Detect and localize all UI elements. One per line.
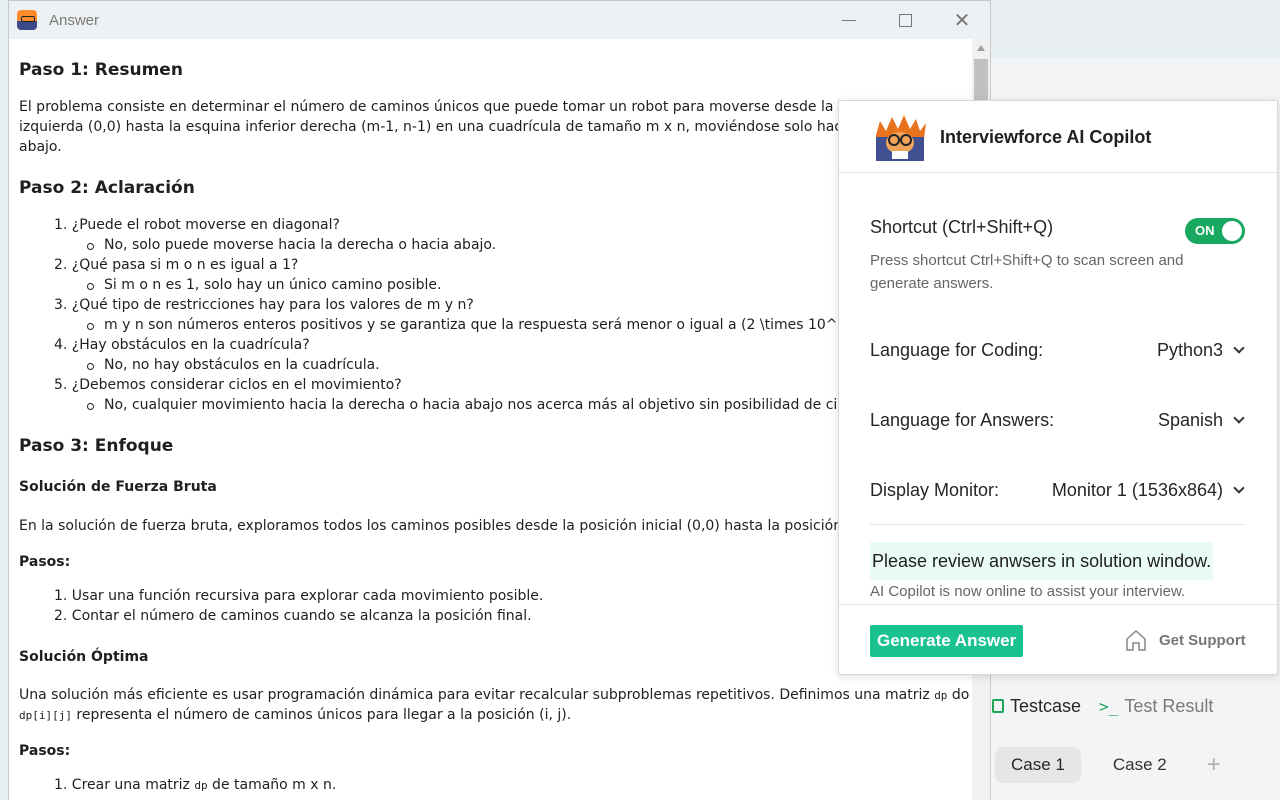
optimal-text-line-2: dp[i][j] representa el número de caminos… [19,707,572,723]
tab-test-result-label: Test Result [1124,695,1214,716]
brute-force-heading: Solución de Fuerza Bruta [19,479,217,495]
optimal-steps-label: Pasos: [19,743,71,759]
coding-language-label: Language for Coding: [870,340,1044,360]
window-title: Answer [49,11,100,29]
coding-language-select[interactable]: Python3 [1156,340,1245,361]
clarification-question: 2. ¿Qué pasa si m o n es igual a 1? [54,257,299,273]
shortcut-label: Shortcut (Ctrl+Shift+Q) [870,217,1054,237]
chevron-down-icon [1233,412,1245,424]
copilot-footer: Generate Answer Get Support [839,604,1277,676]
brute-step: 1. Usar una función recursiva para explo… [54,588,544,604]
case-selector: Case 1 Case 2 + [995,745,1280,785]
case-2-button[interactable]: Case 2 [1097,747,1183,783]
review-notice: Please review anwsers in solution window… [870,542,1214,580]
minimize-button[interactable] [821,1,877,39]
generate-answer-button[interactable]: Generate Answer [870,625,1024,657]
clarification-answer: Si m o n es 1, solo hay un único camino … [86,277,442,293]
shortcut-toggle[interactable]: ON [1185,218,1245,244]
coding-language-value: Python3 [1156,340,1223,360]
copilot-title: Interviewforce AI Copilot [940,127,1152,147]
answer-content: Paso 1: Resumen El problema consiste en … [19,39,969,800]
get-support-label: Get Support [1159,631,1246,649]
testcase-tabs: Testcase >_ Test Result [990,685,1280,727]
case-1-button[interactable]: Case 1 [995,747,1081,783]
maximize-button[interactable] [877,1,933,39]
answers-language-select[interactable]: Spanish [1157,410,1245,431]
copilot-header: Interviewforce AI Copilot [839,101,1277,173]
clarification-question: 4. ¿Hay obstáculos en la cuadrícula? [54,337,310,353]
brute-force-text: En la solución de fuerza bruta, exploram… [19,518,896,534]
clarification-answer: No, no hay obstáculos en la cuadrícula. [87,357,380,373]
checkbox-icon [992,699,1004,713]
answers-language-label: Language for Answers: [870,410,1055,430]
copilot-panel: Interviewforce AI Copilot Shortcut (Ctrl… [838,100,1278,675]
chevron-down-icon [1233,482,1245,494]
clarification-answer: m y n son números enteros positivos y se… [86,317,857,333]
app-logo-icon [17,10,37,30]
background-app-topbar [990,0,1280,48]
clarification-question: 1. ¿Puede el robot moverse en diagonal? [54,217,340,233]
add-case-icon[interactable]: + [1199,751,1221,779]
maximize-icon [898,13,912,27]
divider [870,524,1245,525]
minimize-icon [842,19,856,21]
answers-language-value: Spanish [1157,410,1223,430]
online-status: AI Copilot is now online to assist your … [870,583,1186,600]
optimal-text-line-1: Una solución más eficiente es usar progr… [19,687,969,703]
title-bar[interactable]: Answer ✕ [9,1,990,39]
terminal-icon: >_ [1099,696,1119,716]
shortcut-description: Press shortcut Ctrl+Shift+Q to scan scre… [870,252,1184,292]
scroll-up-icon[interactable] [977,45,985,51]
tab-testcase-label: Testcase [1010,695,1082,716]
brute-step: 2. Contar el número de caminos cuando se… [54,608,532,624]
tab-test-result[interactable]: >_ Test Result [1099,696,1213,717]
step3-heading: Paso 3: Enfoque [19,436,174,456]
optimal-heading: Solución Óptima [19,649,149,665]
clarification-answer: No, cualquier movimiento hacia la derech… [86,397,870,413]
tab-testcase[interactable]: Testcase [992,696,1081,717]
display-monitor-select[interactable]: Monitor 1 (1536x864) [1051,480,1245,501]
toggle-knob [1222,221,1242,241]
chevron-down-icon [1233,342,1245,354]
close-icon: ✕ [953,9,971,32]
close-button[interactable]: ✕ [934,1,990,39]
brute-steps-label: Pasos: [19,554,71,570]
display-monitor-value: Monitor 1 (1536x864) [1051,480,1223,500]
scroll-thumb[interactable] [974,59,988,101]
step2-heading: Paso 2: Aclaración [19,178,195,198]
step1-heading: Paso 1: Resumen [19,60,183,80]
optimal-step: 1. Crear una matriz dp de tamaño m x n. [54,777,337,793]
home-icon [1126,629,1146,651]
clarification-answer: No, solo puede moverse hacia la derecha … [86,237,497,253]
get-support-link[interactable]: Get Support [1125,629,1246,651]
clarification-question: 3. ¿Qué tipo de restricciones hay para l… [54,297,474,313]
step1-line-2: izquierda (0,0) hasta la esquina inferio… [19,119,900,135]
clarification-question: 5. ¿Debemos considerar ciclos en el movi… [54,377,402,393]
toggle-state: ON [1195,223,1215,238]
display-monitor-label: Display Monitor: [870,480,1000,500]
step1-line-1: El problema consiste en determinar el nú… [19,99,893,115]
step1-line-3: abajo. [19,139,62,155]
copilot-logo-icon [876,115,926,161]
